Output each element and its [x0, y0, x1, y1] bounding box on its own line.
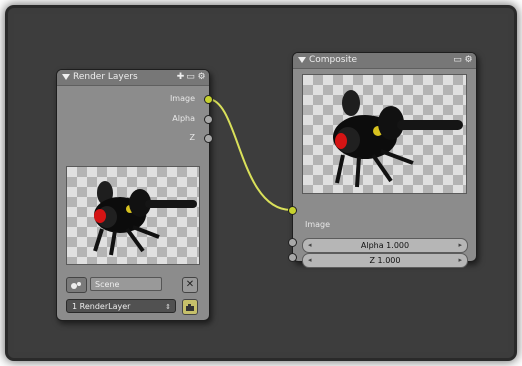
x-icon[interactable]: ✕	[182, 277, 198, 293]
render-preview	[66, 166, 200, 265]
camera-icon[interactable]	[182, 299, 198, 315]
composite-header[interactable]: Composite ▭ ⚙	[293, 53, 476, 69]
render-layers-header[interactable]: Render Layers ✚ ▭ ⚙	[57, 70, 209, 86]
hide-icon[interactable]: ▭	[453, 56, 462, 65]
alpha-value: Alpha 1.000	[360, 241, 410, 250]
output-z-socket[interactable]	[204, 134, 213, 143]
dragonfly-image	[93, 181, 197, 256]
triangle-down-icon[interactable]	[298, 57, 306, 63]
plus-icon[interactable]: ✚	[176, 73, 185, 82]
z-field[interactable]: ◂ Z 1.000 ▸	[302, 253, 468, 268]
output-alpha-label: Alpha	[172, 114, 195, 123]
gear-icon[interactable]: ⚙	[197, 73, 206, 82]
z-value: Z 1.000	[369, 256, 401, 265]
input-image-socket[interactable]	[288, 206, 297, 215]
scene-field[interactable]: Scene	[90, 277, 162, 291]
decrement-arrow-icon[interactable]: ◂	[308, 239, 312, 252]
hide-icon[interactable]: ▭	[186, 73, 195, 82]
alpha-field[interactable]: ◂ Alpha 1.000 ▸	[302, 238, 468, 253]
input-z-socket[interactable]	[288, 253, 297, 262]
scene-browse-icon[interactable]	[66, 277, 87, 293]
input-alpha-socket[interactable]	[288, 238, 297, 247]
input-image-label: Image	[305, 220, 331, 229]
node-title: Render Layers	[73, 72, 138, 82]
gear-icon[interactable]: ⚙	[464, 56, 473, 65]
updown-arrows-icon: ⇕	[165, 303, 171, 311]
dragonfly-image	[333, 90, 463, 188]
render-layer-value: 1 RenderLayer	[72, 302, 131, 311]
node-editor[interactable]: Render Layers ✚ ▭ ⚙ Image Alpha Z Scene …	[14, 14, 508, 352]
render-layers-node[interactable]: Render Layers ✚ ▭ ⚙ Image Alpha Z Scene …	[56, 69, 210, 321]
increment-arrow-icon[interactable]: ▸	[458, 239, 462, 252]
composite-preview	[302, 74, 467, 194]
output-image-socket[interactable]	[204, 95, 213, 104]
render-layer-dropdown[interactable]: 1 RenderLayer ⇕	[66, 299, 176, 313]
node-title: Composite	[309, 55, 358, 65]
image-link-wire[interactable]	[207, 98, 292, 211]
output-z-label: Z	[189, 133, 195, 142]
increment-arrow-icon[interactable]: ▸	[458, 254, 462, 267]
composite-node[interactable]: Composite ▭ ⚙ Image ◂ Alpha 1.000 ▸ ◂ Z …	[292, 52, 477, 268]
output-alpha-socket[interactable]	[204, 115, 213, 124]
screenshot-canvas: Render Layers ✚ ▭ ⚙ Image Alpha Z Scene …	[0, 0, 522, 366]
output-image-label: Image	[169, 94, 195, 103]
triangle-down-icon[interactable]	[62, 74, 70, 80]
decrement-arrow-icon[interactable]: ◂	[308, 254, 312, 267]
